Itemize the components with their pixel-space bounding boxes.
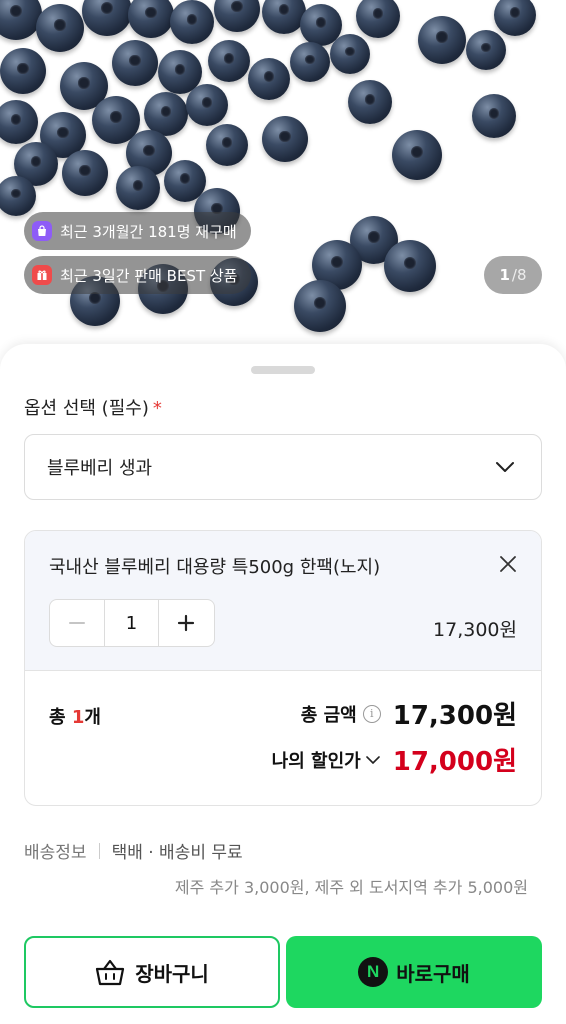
quantity-stepper: 1 bbox=[49, 599, 215, 647]
discount-label: 나의 할인가 bbox=[271, 750, 361, 772]
sheet-drag-handle[interactable] bbox=[251, 366, 315, 374]
close-icon[interactable] bbox=[499, 555, 517, 573]
total-amount-value: 17,300원 bbox=[392, 701, 517, 731]
divider bbox=[98, 842, 100, 859]
option-selected-value: 블루베리 생과 bbox=[47, 458, 153, 479]
repurchase-badge: 최근 3개월간 181명 재구매 bbox=[24, 212, 251, 250]
image-counter: 1 /8 bbox=[484, 256, 542, 294]
shopping-basket-icon bbox=[96, 959, 125, 986]
option-section-title: 옵션 선택 (필수) * bbox=[24, 394, 162, 420]
naver-pay-icon: N bbox=[358, 957, 389, 987]
increase-quantity-button[interactable] bbox=[159, 600, 213, 646]
selected-option-name: 국내산 블루베리 대용량 특500g 한팩(노지) bbox=[49, 557, 381, 578]
buy-now-label: 바로구매 bbox=[396, 961, 470, 986]
chevron-down-icon bbox=[496, 462, 514, 472]
image-counter-current: 1 bbox=[499, 266, 510, 284]
buy-now-button[interactable]: N 바로구매 bbox=[286, 936, 542, 1008]
discount-value: 17,000원 bbox=[392, 747, 517, 777]
chevron-down-icon bbox=[365, 755, 380, 764]
option-title-text: 옵션 선택 (필수) bbox=[24, 398, 149, 419]
shipping-info: 배송정보 택배 · 배송비 무료 bbox=[24, 838, 243, 863]
shipping-method: 택배 · 배송비 무료 bbox=[111, 843, 243, 863]
option-select-dropdown[interactable]: 블루베리 생과 bbox=[24, 434, 542, 500]
add-to-cart-label: 장바구니 bbox=[135, 961, 209, 986]
gift-icon bbox=[32, 265, 52, 285]
selected-option-row: 국내산 블루베리 대용량 특500g 한팩(노지) 1 17,300원 bbox=[25, 531, 541, 671]
minus-icon bbox=[69, 622, 85, 624]
shipping-extra-fee-note: 제주 추가 3,000원, 제주 외 도서지역 추가 5,000원 bbox=[174, 878, 528, 897]
total-count-suffix: 개 bbox=[84, 707, 101, 728]
total-amount-label: 총 금액 bbox=[300, 704, 357, 726]
selected-option-card: 국내산 블루베리 대용량 특500g 한팩(노지) 1 17,300원 총 1개… bbox=[24, 530, 542, 806]
info-icon[interactable]: i bbox=[362, 704, 381, 723]
total-amount: 총 금액 i 17,300원 bbox=[301, 695, 517, 732]
repurchase-badge-text: 최근 3개월간 181명 재구매 bbox=[60, 222, 237, 241]
decrease-quantity-button[interactable] bbox=[50, 600, 104, 646]
my-discount-price[interactable]: 나의 할인가 17,000원 bbox=[272, 741, 517, 778]
plus-icon bbox=[177, 614, 195, 632]
shopping-bag-icon bbox=[32, 221, 52, 241]
quantity-value[interactable]: 1 bbox=[104, 600, 159, 646]
total-count-prefix: 총 bbox=[49, 707, 72, 728]
total-count-number: 1 bbox=[71, 707, 85, 728]
required-mark: * bbox=[152, 398, 162, 419]
product-image-carousel[interactable]: 최근 3개월간 181명 재구매 최근 3일간 판매 BEST 상품 1 /8 bbox=[0, 0, 566, 370]
option-bottom-sheet: 옵션 선택 (필수) * 블루베리 생과 국내산 블루베리 대용량 특500g 한… bbox=[0, 344, 566, 1024]
add-to-cart-button[interactable]: 장바구니 bbox=[24, 936, 280, 1008]
total-count: 총 1개 bbox=[49, 703, 101, 729]
best-seller-badge-text: 최근 3일간 판매 BEST 상품 bbox=[60, 266, 238, 285]
shipping-label: 배송정보 bbox=[24, 843, 87, 863]
image-counter-total: /8 bbox=[511, 266, 527, 284]
selected-option-price: 17,300원 bbox=[433, 619, 517, 641]
best-seller-badge: 최근 3일간 판매 BEST 상품 bbox=[24, 256, 252, 294]
